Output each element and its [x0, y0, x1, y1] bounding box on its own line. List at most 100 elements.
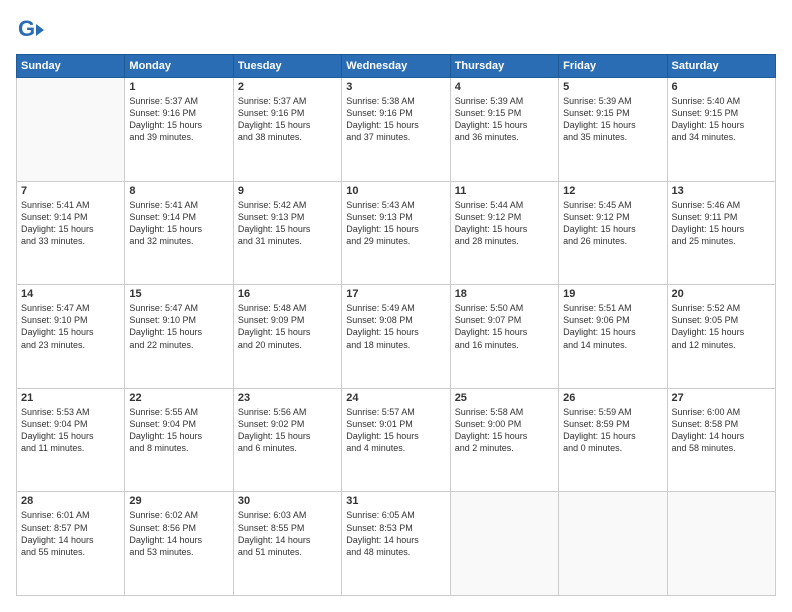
cell-content: Sunrise: 5:40 AM Sunset: 9:15 PM Dayligh…	[672, 95, 771, 144]
calendar-cell: 18 Sunrise: 5:50 AM Sunset: 9:07 PM Dayli…	[450, 285, 558, 389]
day-number: 25	[455, 392, 554, 404]
calendar-cell: 16 Sunrise: 5:48 AM Sunset: 9:09 PM Dayli…	[233, 285, 341, 389]
calendar-cell: 29 Sunrise: 6:02 AM Sunset: 8:56 PM Dayli…	[125, 492, 233, 596]
day-number: 19	[563, 288, 662, 300]
cell-content: Sunrise: 5:41 AM Sunset: 9:14 PM Dayligh…	[21, 199, 120, 248]
calendar-cell: 11Sunrise: 5:44 AM Sunset: 9:12 PM Dayli…	[450, 181, 558, 285]
day-number: 24	[346, 392, 445, 404]
header: G	[16, 16, 776, 44]
cell-content: Sunrise: 5:48 AM Sunset: 9:09 PM Dayligh…	[238, 302, 337, 351]
day-number: 17	[346, 288, 445, 300]
cell-content: Sunrise: 5:44 AM Sunset: 9:12 PM Dayligh…	[455, 199, 554, 248]
calendar-cell: 19 Sunrise: 5:51 AM Sunset: 9:06 PM Dayli…	[559, 285, 667, 389]
calendar-cell: 21 Sunrise: 5:53 AM Sunset: 9:04 PM Dayli…	[17, 388, 125, 492]
day-number: 2	[238, 81, 337, 93]
cell-content: Sunrise: 6:00 AM Sunset: 8:58 PM Dayligh…	[672, 406, 771, 455]
cell-content: Sunrise: 5:43 AM Sunset: 9:13 PM Dayligh…	[346, 199, 445, 248]
day-number: 6	[672, 81, 771, 93]
calendar-week-row-2: 14Sunrise: 5:47 AM Sunset: 9:10 PM Dayli…	[17, 285, 776, 389]
day-number: 8	[129, 185, 228, 197]
cell-content: Sunrise: 6:03 AM Sunset: 8:55 PM Dayligh…	[238, 509, 337, 558]
day-number: 20	[672, 288, 771, 300]
calendar-cell: 1 Sunrise: 5:37 AM Sunset: 9:16 PM Daylig…	[125, 78, 233, 182]
calendar-cell: 8 Sunrise: 5:41 AM Sunset: 9:14 PM Daylig…	[125, 181, 233, 285]
day-number: 16	[238, 288, 337, 300]
day-number: 12	[563, 185, 662, 197]
calendar-cell: 30 Sunrise: 6:03 AM Sunset: 8:55 PM Dayli…	[233, 492, 341, 596]
day-number: 29	[129, 495, 228, 507]
calendar-cell: 17 Sunrise: 5:49 AM Sunset: 9:08 PM Dayli…	[342, 285, 450, 389]
cell-content: Sunrise: 5:50 AM Sunset: 9:07 PM Dayligh…	[455, 302, 554, 351]
logo: G	[16, 16, 48, 44]
day-number: 30	[238, 495, 337, 507]
day-number: 21	[21, 392, 120, 404]
day-number: 18	[455, 288, 554, 300]
day-number: 28	[21, 495, 120, 507]
calendar-header-wednesday: Wednesday	[342, 55, 450, 78]
day-number: 4	[455, 81, 554, 93]
cell-content: Sunrise: 5:37 AM Sunset: 9:16 PM Dayligh…	[238, 95, 337, 144]
day-number: 7	[21, 185, 120, 197]
calendar-week-row-1: 7 Sunrise: 5:41 AM Sunset: 9:14 PM Daylig…	[17, 181, 776, 285]
calendar-header-tuesday: Tuesday	[233, 55, 341, 78]
calendar-cell: 22 Sunrise: 5:55 AM Sunset: 9:04 PM Dayli…	[125, 388, 233, 492]
calendar-header-sunday: Sunday	[17, 55, 125, 78]
calendar-header-thursday: Thursday	[450, 55, 558, 78]
day-number: 31	[346, 495, 445, 507]
day-number: 10	[346, 185, 445, 197]
calendar-cell: 2 Sunrise: 5:37 AM Sunset: 9:16 PM Daylig…	[233, 78, 341, 182]
cell-content: Sunrise: 5:52 AM Sunset: 9:05 PM Dayligh…	[672, 302, 771, 351]
calendar-cell: 20 Sunrise: 5:52 AM Sunset: 9:05 PM Dayli…	[667, 285, 775, 389]
calendar-cell: 31 Sunrise: 6:05 AM Sunset: 8:53 PM Dayli…	[342, 492, 450, 596]
calendar-cell: 4 Sunrise: 5:39 AM Sunset: 9:15 PM Daylig…	[450, 78, 558, 182]
calendar-cell	[17, 78, 125, 182]
calendar-cell: 26 Sunrise: 5:59 AM Sunset: 8:59 PM Dayli…	[559, 388, 667, 492]
day-number: 27	[672, 392, 771, 404]
cell-content: Sunrise: 6:05 AM Sunset: 8:53 PM Dayligh…	[346, 509, 445, 558]
cell-content: Sunrise: 5:39 AM Sunset: 9:15 PM Dayligh…	[563, 95, 662, 144]
calendar-table: SundayMondayTuesdayWednesdayThursdayFrid…	[16, 54, 776, 596]
cell-content: Sunrise: 5:56 AM Sunset: 9:02 PM Dayligh…	[238, 406, 337, 455]
logo-icon: G	[16, 16, 44, 44]
cell-content: Sunrise: 5:42 AM Sunset: 9:13 PM Dayligh…	[238, 199, 337, 248]
cell-content: Sunrise: 5:49 AM Sunset: 9:08 PM Dayligh…	[346, 302, 445, 351]
cell-content: Sunrise: 6:02 AM Sunset: 8:56 PM Dayligh…	[129, 509, 228, 558]
day-number: 1	[129, 81, 228, 93]
cell-content: Sunrise: 5:53 AM Sunset: 9:04 PM Dayligh…	[21, 406, 120, 455]
calendar-header-monday: Monday	[125, 55, 233, 78]
cell-content: Sunrise: 5:51 AM Sunset: 9:06 PM Dayligh…	[563, 302, 662, 351]
day-number: 22	[129, 392, 228, 404]
calendar-cell: 7 Sunrise: 5:41 AM Sunset: 9:14 PM Daylig…	[17, 181, 125, 285]
calendar-cell: 12Sunrise: 5:45 AM Sunset: 9:12 PM Dayli…	[559, 181, 667, 285]
day-number: 5	[563, 81, 662, 93]
cell-content: Sunrise: 6:01 AM Sunset: 8:57 PM Dayligh…	[21, 509, 120, 558]
cell-content: Sunrise: 5:59 AM Sunset: 8:59 PM Dayligh…	[563, 406, 662, 455]
day-number: 9	[238, 185, 337, 197]
calendar-header-row: SundayMondayTuesdayWednesdayThursdayFrid…	[17, 55, 776, 78]
cell-content: Sunrise: 5:46 AM Sunset: 9:11 PM Dayligh…	[672, 199, 771, 248]
calendar-cell: 3Sunrise: 5:38 AM Sunset: 9:16 PM Daylig…	[342, 78, 450, 182]
calendar-cell: 10 Sunrise: 5:43 AM Sunset: 9:13 PM Dayli…	[342, 181, 450, 285]
calendar-cell: 23 Sunrise: 5:56 AM Sunset: 9:02 PM Dayli…	[233, 388, 341, 492]
calendar-cell: 27 Sunrise: 6:00 AM Sunset: 8:58 PM Dayli…	[667, 388, 775, 492]
calendar-cell: 5 Sunrise: 5:39 AM Sunset: 9:15 PM Daylig…	[559, 78, 667, 182]
calendar-week-row-4: 28 Sunrise: 6:01 AM Sunset: 8:57 PM Dayli…	[17, 492, 776, 596]
cell-content: Sunrise: 5:55 AM Sunset: 9:04 PM Dayligh…	[129, 406, 228, 455]
calendar-cell	[667, 492, 775, 596]
day-number: 15	[129, 288, 228, 300]
day-number: 23	[238, 392, 337, 404]
cell-content: Sunrise: 5:57 AM Sunset: 9:01 PM Dayligh…	[346, 406, 445, 455]
day-number: 13	[672, 185, 771, 197]
calendar-cell: 24 Sunrise: 5:57 AM Sunset: 9:01 PM Dayli…	[342, 388, 450, 492]
cell-content: Sunrise: 5:41 AM Sunset: 9:14 PM Dayligh…	[129, 199, 228, 248]
calendar-cell: 14Sunrise: 5:47 AM Sunset: 9:10 PM Dayli…	[17, 285, 125, 389]
page: G SundayMondayTuesdayWednesdayThursdayFr…	[0, 0, 792, 612]
calendar-header-saturday: Saturday	[667, 55, 775, 78]
calendar-cell: 15Sunrise: 5:47 AM Sunset: 9:10 PM Dayli…	[125, 285, 233, 389]
calendar-cell: 25Sunrise: 5:58 AM Sunset: 9:00 PM Dayli…	[450, 388, 558, 492]
cell-content: Sunrise: 5:37 AM Sunset: 9:16 PM Dayligh…	[129, 95, 228, 144]
cell-content: Sunrise: 5:47 AM Sunset: 9:10 PM Dayligh…	[21, 302, 120, 351]
cell-content: Sunrise: 5:39 AM Sunset: 9:15 PM Dayligh…	[455, 95, 554, 144]
day-number: 26	[563, 392, 662, 404]
calendar-week-row-0: 1 Sunrise: 5:37 AM Sunset: 9:16 PM Daylig…	[17, 78, 776, 182]
